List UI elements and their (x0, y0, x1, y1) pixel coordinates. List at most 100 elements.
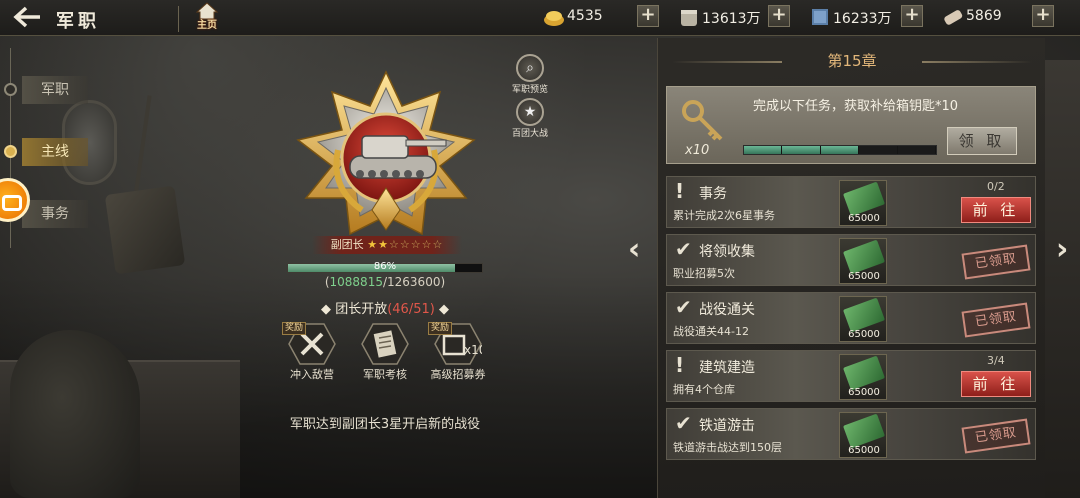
task-row: ! 建筑建造拥有4个仓库 65000 3/4 前 往 (666, 350, 1036, 402)
reward-amount: 65000 (848, 329, 880, 340)
task-reward[interactable]: 65000 (839, 412, 887, 458)
claimed-stamp: 已领取 (961, 244, 1031, 280)
progress-segment (820, 146, 859, 154)
home-icon (196, 2, 218, 20)
rank-stars: ★★☆☆☆☆☆ (367, 238, 443, 251)
side-tab-rank[interactable]: 军职 (0, 76, 96, 104)
cash-icon (842, 413, 886, 449)
home-label: 主页 (197, 20, 217, 31)
key-icon (682, 100, 723, 141)
hundred-regiments-button[interactable]: ★ 百团大战 (505, 98, 555, 139)
star-empty-icon: ☆ (421, 238, 433, 251)
top-bar: 军职 主页 4535 + 13613万 + 16233万 + 5869 + (0, 0, 1080, 36)
back-button[interactable] (12, 6, 46, 30)
task-description: 铁道游击战达到150层 (673, 441, 782, 454)
home-button[interactable]: 主页 (192, 2, 222, 36)
go-button[interactable]: 前 往 (961, 371, 1031, 397)
task-reward[interactable]: 65000 (839, 238, 887, 284)
task-reward[interactable]: 65000 (839, 296, 887, 342)
chapter-reward-text: 完成以下任务，获取补给箱钥匙*10 (753, 99, 959, 114)
background-shelf (1040, 60, 1080, 498)
add-gold-button[interactable]: + (637, 5, 659, 27)
checkmark-icon: ✔ (675, 411, 692, 435)
progress-segment (744, 146, 782, 154)
tank-emblem-icon (296, 70, 476, 236)
side-tab-label: 事务 (22, 200, 88, 228)
star-empty-icon: ☆ (432, 238, 444, 251)
rank-preview-label: 军职预览 (511, 85, 548, 95)
background-bag (104, 185, 186, 275)
tab-dot (4, 145, 17, 158)
checkmark-icon: ✔ (675, 237, 692, 261)
star-empty-icon: ☆ (410, 238, 422, 251)
background-sack (10, 330, 140, 498)
exp-total: 1263600 (387, 275, 441, 289)
exp-text: (1088815/1263600) (324, 275, 446, 289)
scrolls-value: 5869 (966, 8, 1002, 24)
resource-scrolls: 5869 + (942, 4, 1054, 30)
books-value: 16233万 (833, 11, 892, 27)
claimed-stamp: 已领取 (961, 418, 1031, 454)
exclamation-icon: ! (675, 353, 685, 377)
star-icon: ★ (516, 98, 544, 126)
task-row: ! 事务 累计完成2次6星事务 65000 0/2 前 往 (666, 176, 1036, 228)
unlock-label: 团长开放 (335, 302, 388, 317)
task-progress: 3/4 (987, 354, 1005, 367)
magnifier-icon: ⌕ (516, 54, 544, 82)
task-description: 累计完成2次6星事务 (673, 209, 775, 222)
tab-dot (4, 83, 17, 96)
coins-value: 13613万 (702, 11, 761, 27)
star-empty-icon: ☆ (388, 238, 400, 251)
reward-label: 高级招募券 (430, 368, 486, 381)
task-name: 建筑建造 (699, 360, 755, 376)
chapter-progress-bar (743, 145, 937, 155)
task-name: 将领收集 (699, 244, 755, 260)
chapter-reward-card: x10 完成以下任务，获取补给箱钥匙*10 领 取 (666, 86, 1036, 164)
cash-icon (842, 355, 886, 391)
claim-reward-button[interactable]: 领 取 (947, 127, 1017, 155)
hundred-regiments-label: 百团大战 (511, 129, 548, 139)
task-reward[interactable]: 65000 (839, 354, 887, 400)
task-description: 拥有4个仓库 (673, 383, 735, 396)
side-tab-label: 军职 (22, 76, 88, 104)
add-scrolls-button[interactable]: + (1032, 5, 1054, 27)
progress-segment (897, 146, 936, 154)
task-reward[interactable]: 65000 (839, 180, 887, 226)
key-quantity: x10 (685, 143, 710, 158)
go-button[interactable]: 前 往 (961, 197, 1031, 223)
document-icon (361, 323, 409, 365)
next-chapter-arrow-icon[interactable]: › (1056, 232, 1068, 267)
task-row: ✔ 战役通关 战役通关44-12 65000 已领取 (666, 292, 1036, 344)
rank-emblem (290, 70, 482, 240)
scroll-icon (944, 10, 963, 25)
reward-recruit-ticket[interactable]: x10 奖励 高级招募券 (428, 322, 488, 382)
task-name: 事务 (699, 186, 727, 202)
progress-percent: 86% (373, 261, 397, 272)
add-books-button[interactable]: + (901, 5, 923, 27)
task-description: 战役通关44-12 (673, 325, 749, 338)
unlock-hint: 军职达到副团长3星开启新的战役 (289, 417, 481, 432)
checkmark-icon: ✔ (675, 295, 692, 319)
reward-tag: 奖励 (282, 322, 307, 335)
cash-icon (842, 297, 886, 333)
chapter-divider-right (922, 61, 1032, 63)
reward-amount: 65000 (848, 445, 880, 456)
book-icon (812, 9, 828, 25)
progress-segment (859, 146, 897, 154)
resource-coins: 13613万 + (678, 4, 790, 30)
unlock-text: ◆ 团长开放(46/51) ◆ (321, 302, 449, 317)
gold-value: 4535 (567, 8, 603, 24)
reward-label: 军职考核 (363, 368, 407, 381)
task-row: ✔ 铁道游击 铁道游击战达到150层 65000 已领取 (666, 408, 1036, 460)
unlock-count: (46/51) (387, 302, 435, 317)
svg-text:x10: x10 (464, 343, 482, 357)
add-coins-button[interactable]: + (768, 5, 790, 27)
star-filled-icon: ★ (367, 238, 379, 251)
resource-gold: 4535 + (543, 4, 661, 30)
prev-chapter-arrow-icon[interactable]: ‹ (628, 232, 640, 267)
side-tab-main[interactable]: 主线 (0, 138, 96, 166)
rank-preview-button[interactable]: ⌕ 军职预览 (505, 54, 555, 95)
reward-tag: 奖励 (428, 322, 453, 335)
reward-rank-exam[interactable]: 军职考核 (355, 322, 415, 382)
reward-charge-enemy[interactable]: 奖励 冲入敌营 (282, 322, 342, 382)
